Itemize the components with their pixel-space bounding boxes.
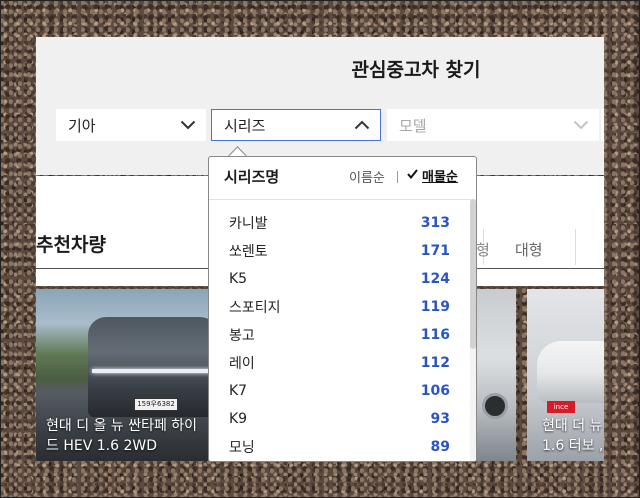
- maker-select[interactable]: 기아: [56, 109, 206, 141]
- series-select-value: 시리즈: [224, 116, 266, 135]
- series-option-name: 쏘렌토: [229, 244, 268, 260]
- scrollbar-track[interactable]: [470, 199, 476, 461]
- model-select-placeholder: 모델: [399, 116, 427, 135]
- headlight-strip: [92, 369, 208, 373]
- series-option-count: 124: [420, 271, 450, 287]
- vehicle-caption-line: 현대 디 올 뉴 싼타페 하이: [46, 418, 198, 434]
- series-option-count: 119: [420, 299, 450, 315]
- tab-large[interactable]: 대형: [515, 239, 543, 260]
- series-option[interactable]: 봉고 116: [209, 321, 464, 349]
- tab-divider: [575, 229, 576, 265]
- sort-by-listings-label: 매물순: [422, 170, 458, 185]
- chevron-up-icon: [354, 120, 370, 130]
- series-option-name: K9: [229, 411, 248, 427]
- series-option[interactable]: K7 106: [209, 377, 464, 405]
- series-list: 카니발 313 쏘렌토 171 K5 124 스포티지 119 봉고 116 레이 112 K7 106 K…: [209, 209, 464, 461]
- series-option-count: 112: [420, 355, 450, 371]
- sort-by-name[interactable]: 이름순: [349, 167, 385, 186]
- series-option[interactable]: K5 124: [209, 265, 464, 293]
- series-option[interactable]: 카니발 313: [209, 209, 464, 237]
- tab-size-partial[interactable]: 형: [476, 239, 490, 260]
- plate-badge: ince: [547, 401, 575, 413]
- chevron-down-icon: [573, 120, 589, 130]
- vehicle-photo: [482, 393, 508, 419]
- vehicle-card[interactable]: 159우6382 현대 디 올 뉴 싼타페 하이 드 HEV 1.6 2WD: [36, 289, 208, 461]
- next-select-edge: [601, 109, 604, 141]
- vehicle-caption-line: 1.6 터보 ,: [542, 438, 604, 454]
- series-option-count: 89: [430, 439, 450, 455]
- check-icon: [407, 168, 418, 183]
- vehicle-caption: 현대 디 올 뉴 싼타페 하이 드 HEV 1.6 2WD: [46, 416, 197, 456]
- sort-by-listings[interactable]: 매물순: [407, 166, 458, 185]
- series-option-name: 레이: [229, 356, 255, 372]
- maker-select-value: 기아: [68, 116, 96, 135]
- scrollbar-thumb[interactable]: [470, 199, 476, 349]
- chevron-down-icon: [180, 120, 196, 130]
- series-option-count: 106: [420, 383, 450, 399]
- series-option[interactable]: 모닝 89: [209, 433, 464, 461]
- sort-divider: [397, 171, 398, 183]
- dropdown-header: 시리즈명 이름순 매물순: [209, 157, 476, 200]
- series-option[interactable]: 레이 112: [209, 349, 464, 377]
- recommended-title: 추천차량: [36, 234, 106, 256]
- series-option[interactable]: 쏘렌토 171: [209, 237, 464, 265]
- series-option-count: 171: [420, 243, 450, 259]
- search-panel: 관심중고차 찾기 기아 시리즈 모델: [36, 37, 604, 175]
- vehicle-caption-line: 드 HEV 1.6 2WD: [46, 438, 157, 454]
- series-option-count: 313: [420, 215, 450, 231]
- series-select[interactable]: 시리즈: [211, 109, 381, 141]
- series-option[interactable]: 스포티지 119: [209, 293, 464, 321]
- license-plate: 159우6382: [134, 398, 178, 411]
- series-option[interactable]: K9 93: [209, 405, 464, 433]
- vehicle-caption: 현대 더 뉴 1.6 터보 ,: [542, 416, 603, 456]
- vehicle-caption-line: 현대 더 뉴: [542, 418, 603, 434]
- dropdown-title: 시리즈명: [224, 168, 280, 186]
- vehicle-card[interactable]: [476, 289, 516, 461]
- series-dropdown: 시리즈명 이름순 매물순 카니발 313 쏘렌토 171 K5 124 스포티지 119 봉고 1…: [208, 156, 477, 462]
- series-option-count: 93: [430, 411, 450, 427]
- page-title: 관심중고차 찾기: [351, 59, 481, 81]
- series-option-name: K7: [229, 383, 248, 399]
- series-option-name: 봉고: [229, 328, 255, 344]
- series-option-count: 116: [420, 327, 450, 343]
- vehicle-card[interactable]: ince 현대 더 뉴 1.6 터보 ,: [527, 289, 604, 461]
- model-select[interactable]: 모델: [387, 109, 599, 141]
- series-option-name: 카니발: [229, 216, 268, 232]
- series-option-name: 스포티지: [229, 300, 281, 316]
- series-option-name: K5: [229, 271, 248, 287]
- vehicle-photo: [537, 341, 604, 403]
- series-option-name: 모닝: [229, 440, 255, 456]
